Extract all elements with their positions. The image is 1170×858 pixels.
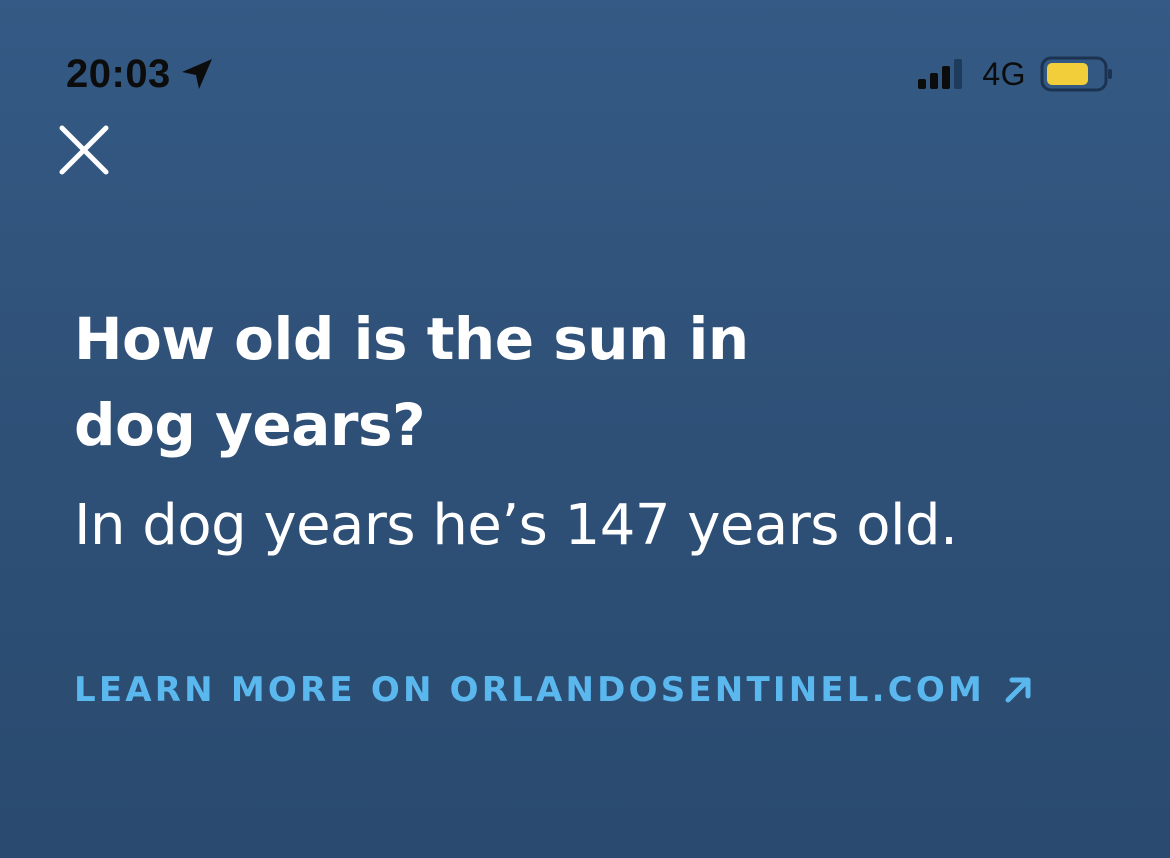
close-icon[interactable] <box>52 118 116 182</box>
cellular-signal-icon <box>918 57 968 91</box>
battery-icon <box>1040 55 1114 93</box>
status-time: 20:03 <box>66 52 171 96</box>
close-button[interactable] <box>52 118 116 182</box>
answer-text: In dog years he’s 147 years old. <box>74 493 958 558</box>
status-indicators: 4G <box>918 52 1114 96</box>
arrow-up-right-icon[interactable] <box>1003 675 1033 705</box>
network-type: 4G <box>982 56 1026 92</box>
learn-more-label[interactable]: LEARN MORE ON ORLANDOSENTINEL.COM <box>74 668 985 712</box>
time-group: 20:03 <box>66 50 215 98</box>
answer-card: How old is the sun in dog years? In dog … <box>74 296 1124 564</box>
status-bar: 20:03 4G <box>0 0 1170 110</box>
learn-more-link[interactable]: LEARN MORE ON ORLANDOSENTINEL.COM <box>74 668 1033 712</box>
question-heading: How old is the sun in dog years? <box>74 305 749 459</box>
location-arrow-icon <box>179 56 215 92</box>
